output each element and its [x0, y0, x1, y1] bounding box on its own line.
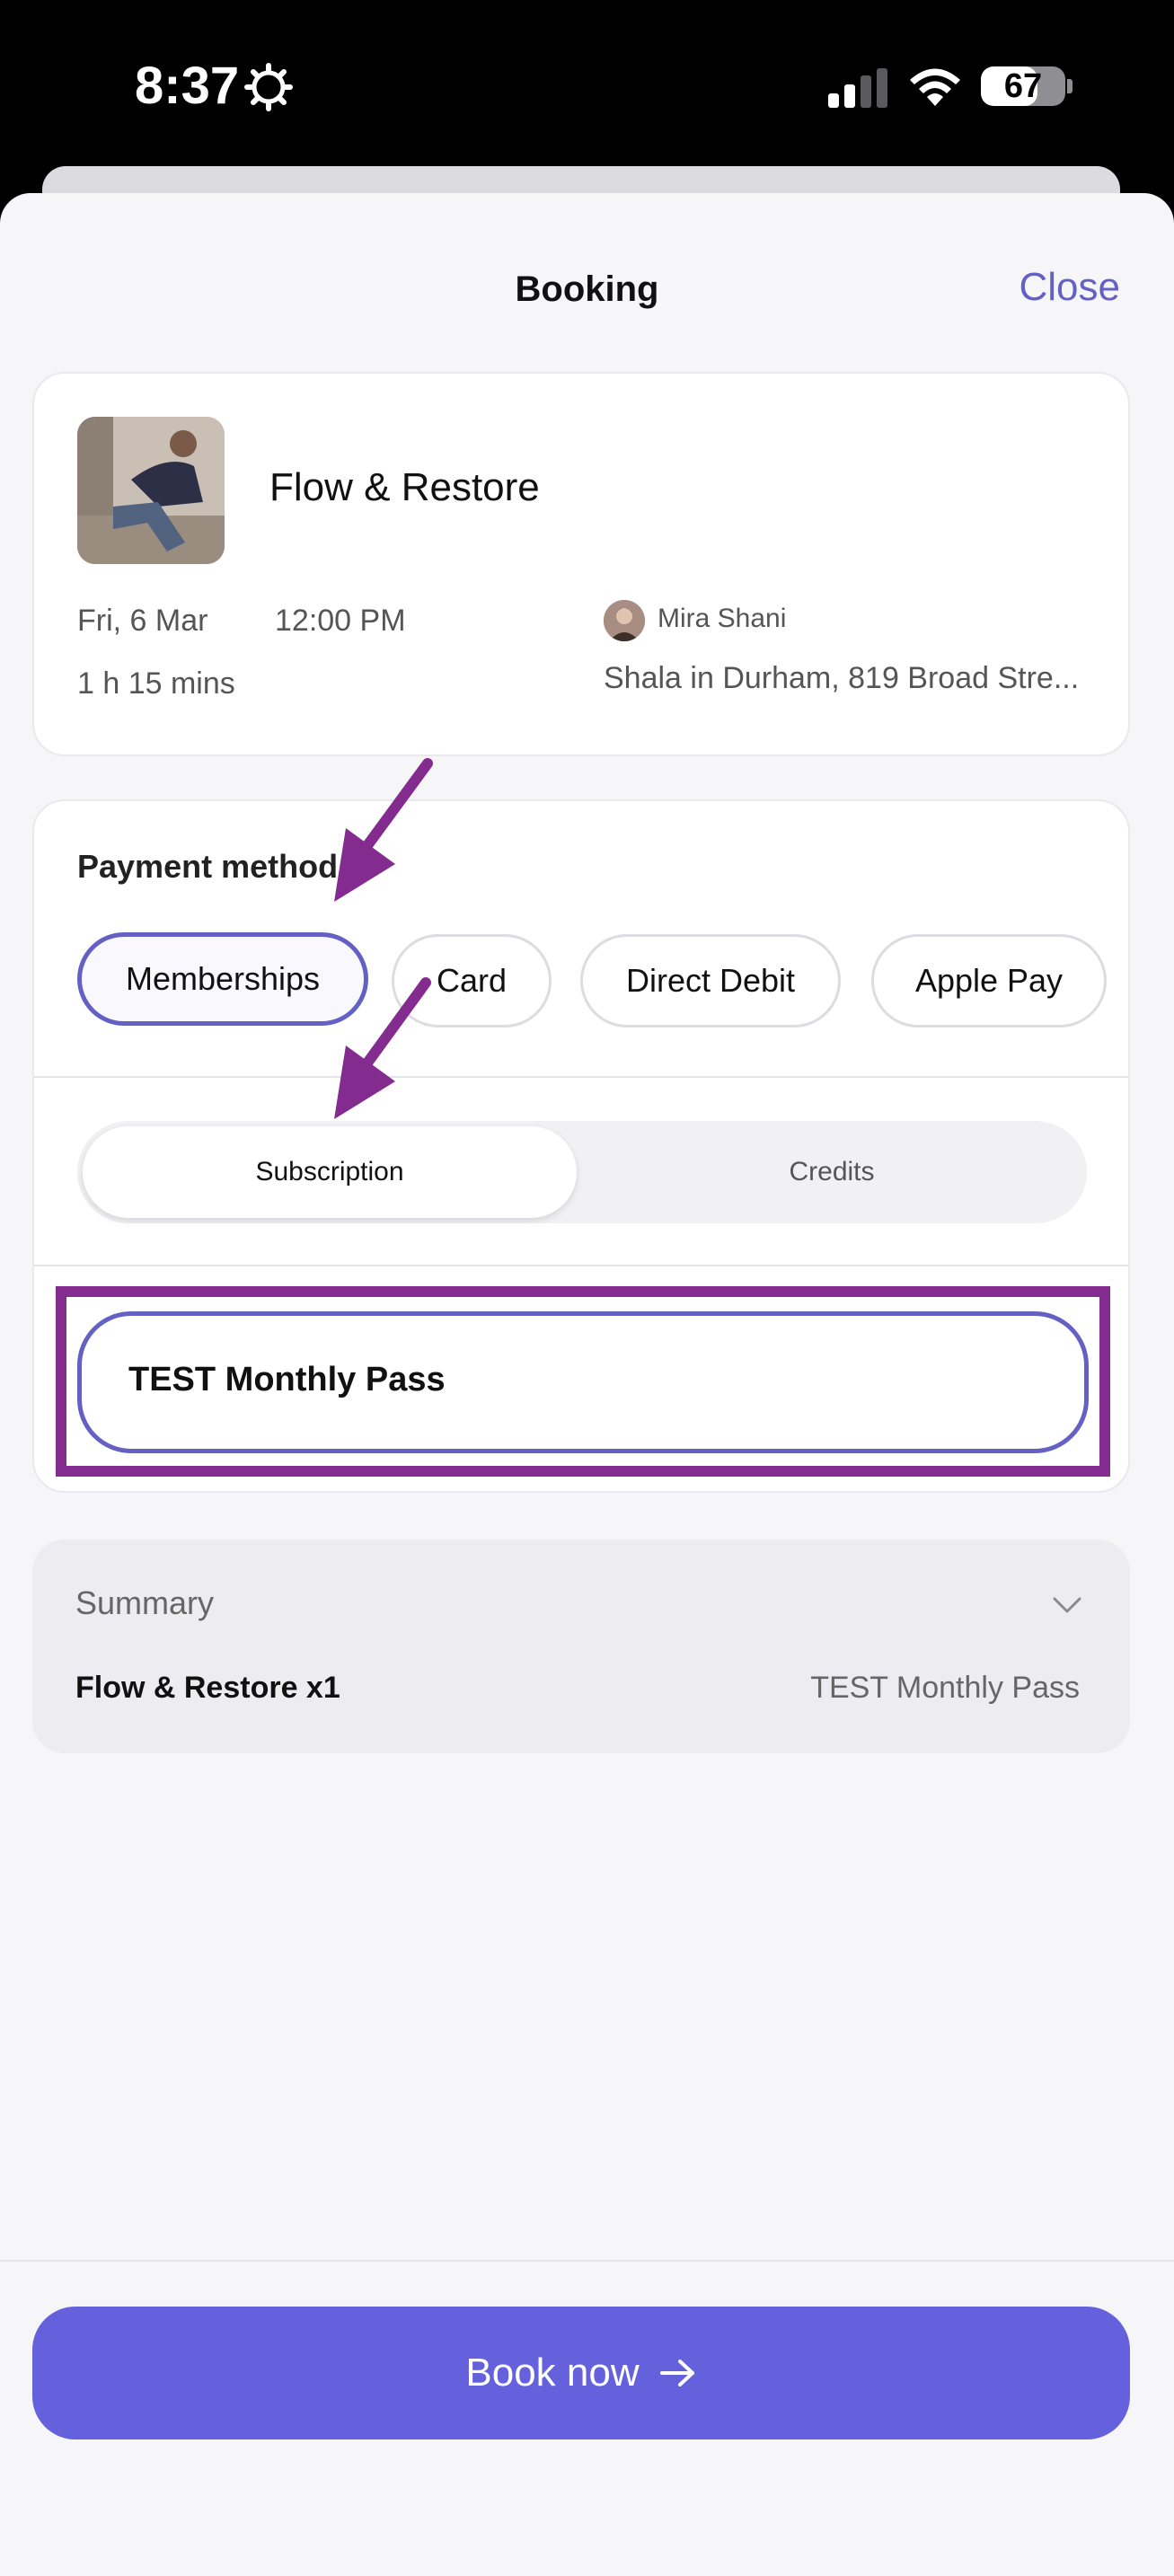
close-button[interactable]: Close	[1020, 265, 1121, 310]
page-title: Booking	[515, 269, 659, 309]
divider	[0, 2260, 1174, 2262]
class-location: Shala in Durham, 819 Broad Stre...	[604, 661, 1080, 695]
divider	[34, 1265, 1128, 1266]
tab-subscription[interactable]: Subscription	[83, 1126, 577, 1218]
book-now-label: Book now	[465, 2351, 640, 2395]
payment-option-direct-debit[interactable]: Direct Debit	[580, 934, 841, 1028]
summary-item-label: Flow & Restore x1	[75, 1671, 340, 1705]
class-date: Fri, 6 Mar	[77, 604, 208, 638]
class-card: Flow & Restore Fri, 6 Mar 12:00 PM 1 h 1…	[32, 372, 1130, 756]
summary-panel[interactable]: Summary Flow & Restore x1 TEST Monthly P…	[32, 1539, 1130, 1753]
pass-option[interactable]: TEST Monthly Pass	[77, 1311, 1089, 1453]
class-duration: 1 h 15 mins	[77, 666, 235, 701]
class-thumbnail	[77, 417, 225, 564]
payment-option-card[interactable]: Card	[392, 934, 552, 1028]
payment-option-memberships[interactable]: Memberships	[77, 932, 368, 1026]
battery-icon: 67	[981, 66, 1065, 106]
divider	[34, 1076, 1128, 1078]
tab-credits[interactable]: Credits	[582, 1126, 1081, 1218]
status-bar: 8:37 67	[0, 0, 1174, 180]
payment-option-apple-pay[interactable]: Apple Pay	[871, 934, 1107, 1028]
membership-type-segmented-control: Subscription Credits	[77, 1121, 1087, 1223]
class-name: Flow & Restore	[269, 465, 540, 509]
chevron-down-icon[interactable]	[1049, 1586, 1085, 1622]
gear-icon	[244, 63, 293, 111]
book-now-button[interactable]: Book now	[32, 2307, 1130, 2439]
wifi-icon	[910, 68, 960, 106]
summary-title: Summary	[75, 1584, 215, 1621]
class-time: 12:00 PM	[275, 604, 406, 638]
instructor-name: Mira Shani	[658, 604, 787, 633]
payment-card: Payment method Memberships Card Direct D…	[32, 799, 1130, 1493]
battery-percentage: 67	[1003, 67, 1043, 105]
avatar	[604, 600, 645, 641]
status-time: 8:37	[135, 57, 240, 115]
summary-item-value: TEST Monthly Pass	[810, 1671, 1080, 1705]
payment-method-title: Payment method	[77, 848, 339, 885]
pass-option-label: TEST Monthly Pass	[128, 1361, 446, 1398]
arrow-right-icon	[659, 2360, 694, 2386]
